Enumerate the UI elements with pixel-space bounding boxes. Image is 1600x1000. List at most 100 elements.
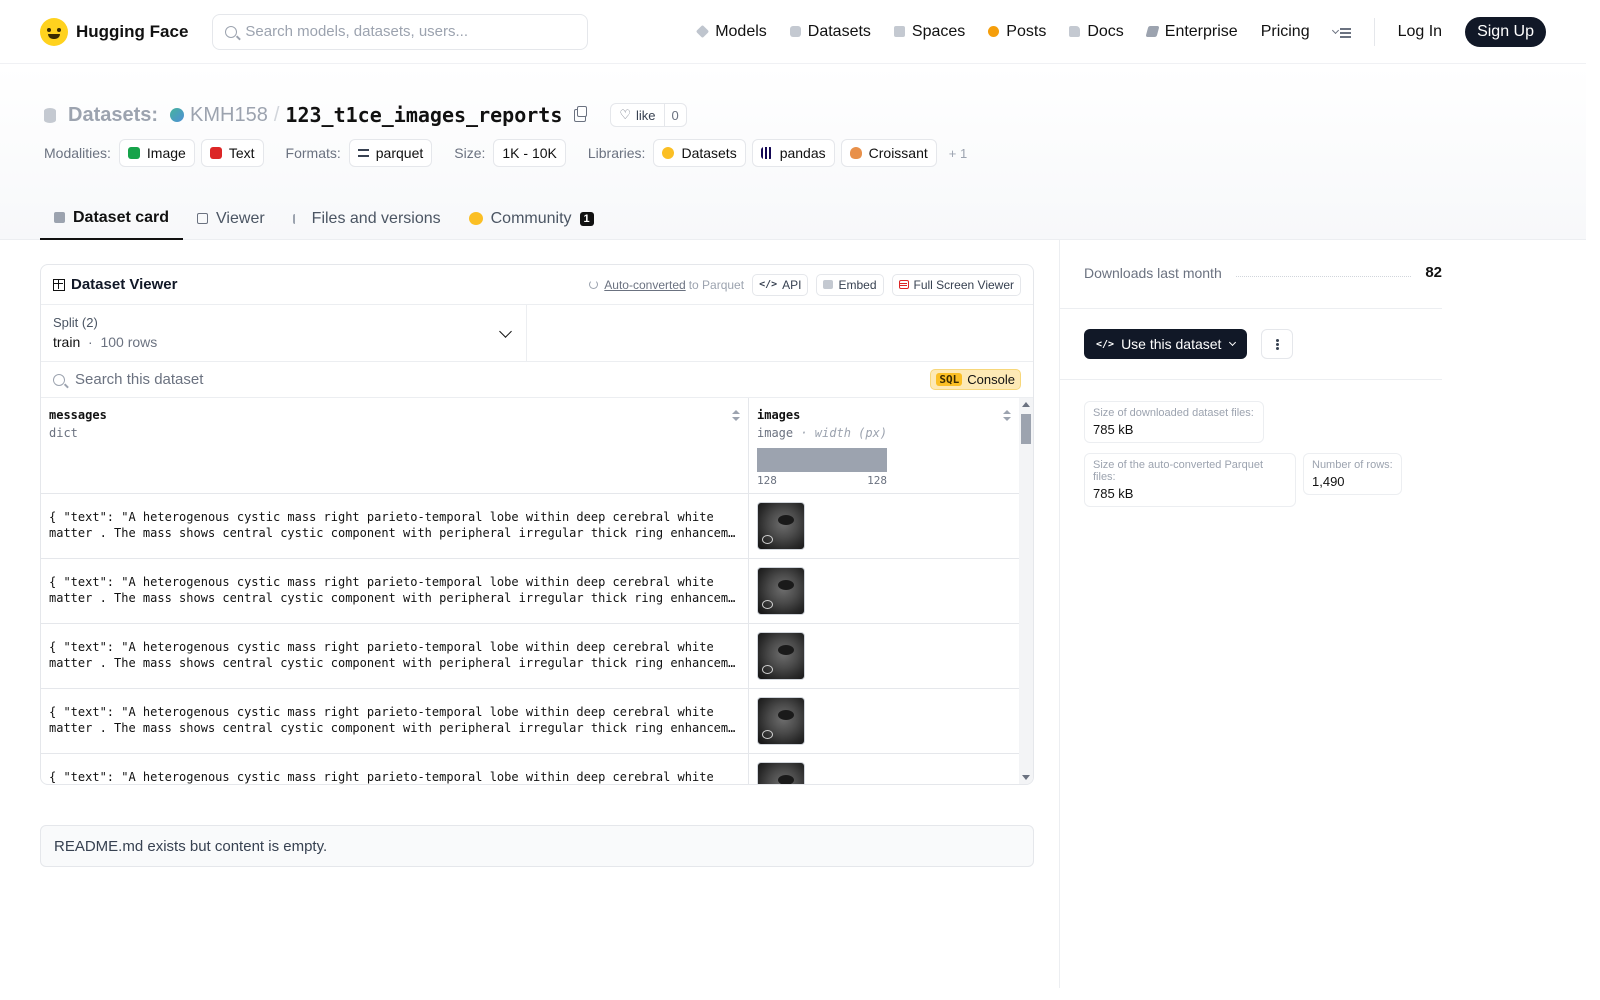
nav-docs[interactable]: Docs <box>1069 23 1124 41</box>
repo-name[interactable]: 123_t1ce_images_reports <box>285 103 562 127</box>
sql-console-button[interactable]: SQL Console <box>930 369 1021 390</box>
tag-label: pandas <box>779 145 826 161</box>
tag-label: Text <box>228 145 255 161</box>
croissant-icon <box>849 147 862 159</box>
mri-image-thumbnail[interactable] <box>757 632 805 680</box>
column-header-messages[interactable]: messages dict <box>41 398 749 493</box>
refresh-icon <box>589 280 599 289</box>
table-scrollbar[interactable] <box>1019 398 1033 784</box>
nav-pricing-label: Pricing <box>1260 22 1310 40</box>
nav-posts[interactable]: Posts <box>988 23 1046 41</box>
embed-button[interactable]: Embed <box>816 273 884 296</box>
community-icon <box>468 212 483 225</box>
cell-text-line: { "text": "A heterogenous cystic mass ri… <box>49 575 714 589</box>
divider <box>1060 308 1442 309</box>
modalities-label: Modalities: <box>44 145 111 161</box>
tab-label: Viewer <box>216 209 265 227</box>
community-badge: 1 <box>579 211 594 226</box>
like-count[interactable]: 0 <box>663 104 686 126</box>
column-header-images[interactable]: images image · width (px) 128 128 <box>749 398 1019 493</box>
path-separator: / <box>273 103 280 126</box>
to-parquet-text: to Parquet <box>688 277 745 292</box>
signup-button[interactable]: Sign Up <box>1465 16 1546 47</box>
database-icon <box>44 107 56 123</box>
split-selector[interactable]: Split (2) train · 100 rows <box>41 305 527 361</box>
tag-library-pandas[interactable]: pandas <box>751 139 835 167</box>
nav-more-menu[interactable] <box>1333 26 1351 38</box>
repo-type-link[interactable]: Datasets: <box>68 104 158 127</box>
more-options-button[interactable] <box>1261 329 1293 359</box>
libraries-label: Libraries: <box>587 145 646 161</box>
login-link[interactable]: Log In <box>1398 23 1442 41</box>
histogram-bar[interactable] <box>757 448 887 472</box>
cell-messages[interactable]: { "text": "A heterogenous cystic mass ri… <box>41 494 749 558</box>
tag-library-datasets[interactable]: Datasets <box>653 139 746 167</box>
tab-dataset-card[interactable]: Dataset card <box>40 197 184 240</box>
mri-image-thumbnail[interactable] <box>757 502 805 550</box>
copy-icon[interactable] <box>574 105 588 122</box>
brand-logo[interactable]: Hugging Face <box>40 17 188 46</box>
nav-enterprise[interactable]: Enterprise <box>1145 23 1238 41</box>
cell-messages[interactable]: { "text": "A heterogenous cystic mass ri… <box>41 624 749 688</box>
sort-icon[interactable] <box>1003 410 1011 422</box>
fullscreen-viewer-button[interactable]: Full Screen Viewer <box>891 273 1021 296</box>
tag-modality-text[interactable]: Text <box>200 139 264 167</box>
column-type-extra: · width (px) <box>800 426 888 440</box>
cell-messages[interactable]: { "text": "A heterogenous cystic mass ri… <box>41 754 749 784</box>
tab-label: Files and versions <box>311 209 441 227</box>
tab-viewer[interactable]: Viewer <box>183 197 279 240</box>
tag-modality-image[interactable]: Image <box>118 139 195 167</box>
global-search[interactable] <box>212 13 589 50</box>
tag-label: parquet <box>375 145 424 161</box>
scroll-down-icon[interactable] <box>1022 775 1030 780</box>
tab-community[interactable]: Community 1 <box>455 197 608 240</box>
table-row[interactable]: { "text": "A heterogenous cystic mass ri… <box>41 754 1033 784</box>
tag-size[interactable]: 1K - 10K <box>493 139 566 167</box>
nav-pricing[interactable]: Pricing <box>1261 23 1310 41</box>
tag-format-parquet[interactable]: parquet <box>348 139 433 167</box>
cell-text-line: matter . The mass shows central cystic c… <box>49 656 740 670</box>
scroll-thumb[interactable] <box>1021 414 1031 444</box>
table-row[interactable]: { "text": "A heterogenous cystic mass ri… <box>41 494 1033 559</box>
split-rows: 100 rows <box>100 334 158 350</box>
table-row[interactable]: { "text": "A heterogenous cystic mass ri… <box>41 624 1033 689</box>
stat-download-size: Size of downloaded dataset files: 785 kB <box>1084 401 1264 443</box>
org-link[interactable]: KMH158 <box>190 104 268 127</box>
sort-icon[interactable] <box>732 410 740 422</box>
split-value: train · 100 rows <box>53 334 514 350</box>
nav-models[interactable]: Models <box>696 23 767 41</box>
column-type: image · width (px) <box>757 426 1011 440</box>
org-avatar[interactable] <box>170 108 185 122</box>
table-body: { "text": "A heterogenous cystic mass ri… <box>41 494 1033 784</box>
viewer-header: Dataset Viewer Auto-converted to Parquet… <box>41 265 1033 305</box>
repo-header: Datasets: KMH158 / 123_t1ce_images_repor… <box>0 65 1586 240</box>
tag-library-croissant[interactable]: Croissant <box>840 139 937 167</box>
auto-converted-link[interactable]: Auto-converted <box>604 278 685 292</box>
formats-label: Formats: <box>285 145 341 161</box>
table-row[interactable]: { "text": "A heterogenous cystic mass ri… <box>41 559 1033 624</box>
mri-image-thumbnail[interactable] <box>757 567 805 615</box>
cell-messages[interactable]: { "text": "A heterogenous cystic mass ri… <box>41 559 749 623</box>
tag-label: Datasets <box>681 145 737 161</box>
cell-messages[interactable]: { "text": "A heterogenous cystic mass ri… <box>41 689 749 753</box>
top-nav: Hugging Face Models Datasets Spaces Post… <box>0 0 1586 64</box>
mri-image-thumbnail[interactable] <box>757 697 805 745</box>
scroll-up-icon[interactable] <box>1022 402 1030 407</box>
tab-files[interactable]: Files and versions <box>279 197 455 240</box>
nav-spaces[interactable]: Spaces <box>893 23 965 41</box>
split-row: Split (2) train · 100 rows <box>41 305 1033 362</box>
split-dot: · <box>88 334 93 350</box>
table-row[interactable]: { "text": "A heterogenous cystic mass ri… <box>41 689 1033 754</box>
split-name: train <box>53 334 81 350</box>
like-button[interactable]: ♡ like <box>611 104 663 126</box>
table-icon <box>53 278 65 291</box>
histogram-max: 128 <box>867 474 887 487</box>
table-header: messages dict images image · width (px) … <box>41 398 1033 494</box>
mri-image-thumbnail[interactable] <box>757 762 805 784</box>
use-this-dataset-button[interactable]: </> Use this dataset <box>1084 329 1248 359</box>
nav-datasets[interactable]: Datasets <box>789 23 871 41</box>
global-search-input[interactable] <box>245 23 576 40</box>
dataset-search-input[interactable] <box>75 371 921 388</box>
more-libraries[interactable]: + 1 <box>949 146 967 161</box>
api-button[interactable]: </> API <box>752 273 809 296</box>
